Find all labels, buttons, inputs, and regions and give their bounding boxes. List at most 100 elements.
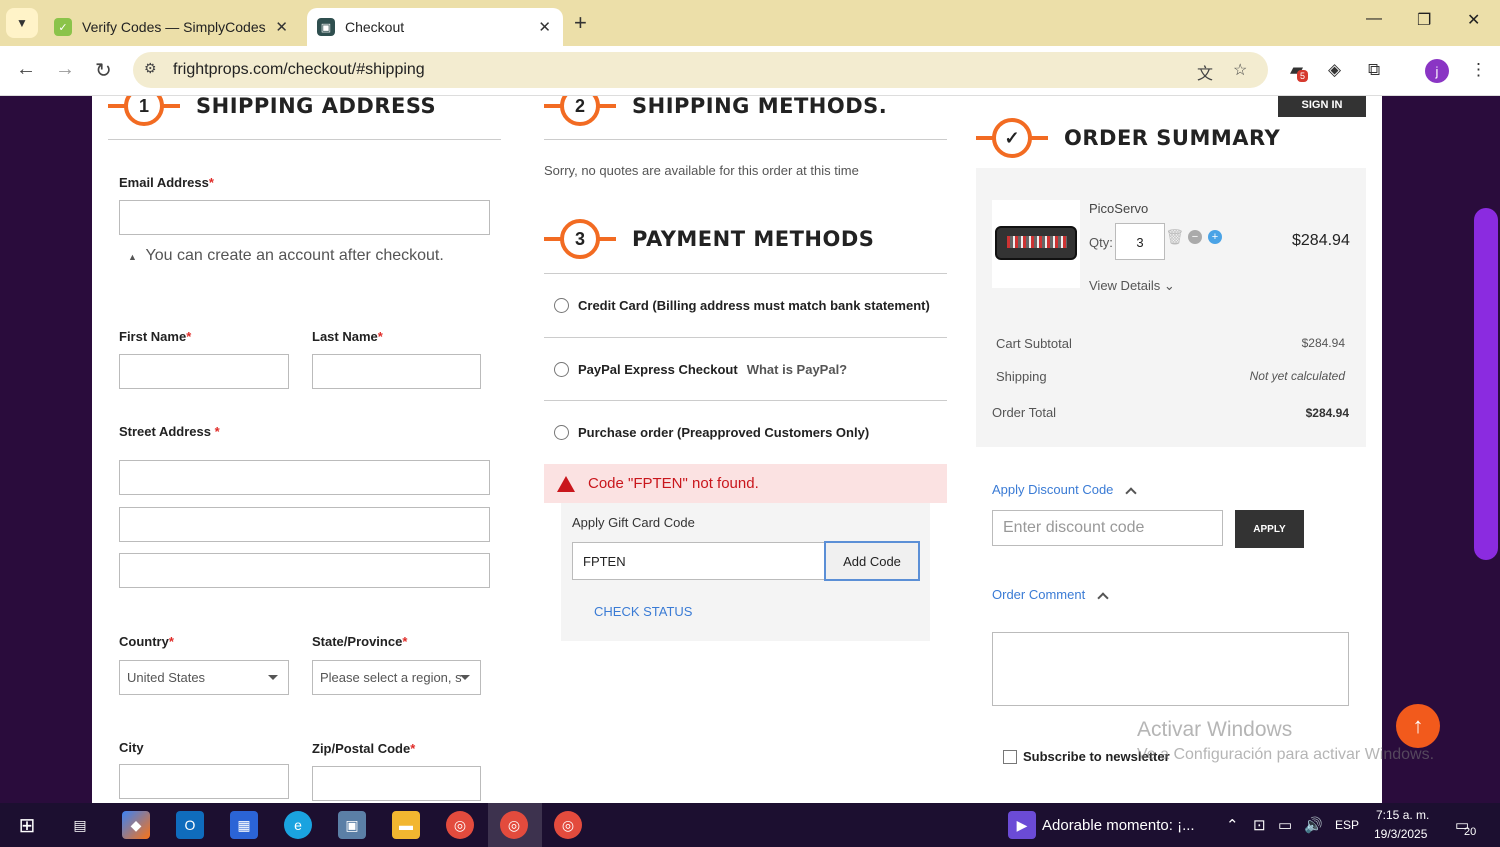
- show-hidden-icons[interactable]: ⌃: [1226, 816, 1239, 834]
- chrome-icon[interactable]: ◎: [446, 811, 474, 839]
- menu-kebab-icon[interactable]: ⋮: [1470, 60, 1487, 80]
- street-line-3-field[interactable]: [119, 553, 490, 588]
- new-tab-icon[interactable]: +: [574, 10, 587, 36]
- close-window-icon[interactable]: ✕: [1467, 10, 1480, 30]
- activation-watermark-title: Activar Windows: [1137, 718, 1293, 741]
- step-marker: 2: [544, 96, 616, 126]
- extension-badge: 5: [1297, 70, 1309, 82]
- forward-icon[interactable]: →: [55, 58, 75, 81]
- clock-time[interactable]: 7:15 a. m.: [1376, 808, 1429, 822]
- edge-icon[interactable]: e: [284, 811, 312, 839]
- last-name-label: Last Name*: [312, 329, 383, 344]
- last-name-field[interactable]: [312, 354, 481, 389]
- sign-in-button[interactable]: SIGN IN: [1278, 96, 1366, 117]
- trash-icon[interactable]: 🗑: [1165, 229, 1184, 246]
- state-select[interactable]: Please select a region, s: [312, 660, 481, 695]
- cart-subtotal-label: Cart Subtotal: [996, 336, 1072, 351]
- site-info-icon[interactable]: ⚙: [144, 60, 157, 77]
- clock-date[interactable]: 19/3/2025: [1374, 827, 1427, 841]
- warning-icon: [557, 475, 575, 492]
- store-icon[interactable]: ▦: [230, 811, 258, 839]
- scroll-to-top-button[interactable]: ↑: [1396, 704, 1440, 748]
- chrome-icon[interactable]: ◎: [500, 811, 528, 839]
- media-title[interactable]: Adorable momento: ¡...: [1042, 817, 1195, 834]
- close-tab-icon[interactable]: ✕: [538, 18, 551, 36]
- cart-subtotal-value: $284.94: [1301, 336, 1345, 350]
- robot-extension-icon[interactable]: ◈: [1328, 60, 1341, 80]
- extensions-puzzle-icon[interactable]: ⧉: [1368, 60, 1380, 80]
- back-icon[interactable]: ←: [16, 58, 36, 81]
- radio-button[interactable]: [554, 425, 569, 440]
- network-icon[interactable]: ▭: [1278, 816, 1292, 834]
- section-title: PAYMENT METHODS: [632, 227, 875, 251]
- translate-icon[interactable]: 文: [1197, 60, 1213, 84]
- discount-code-input[interactable]: Enter discount code: [992, 510, 1223, 546]
- radio-button[interactable]: [554, 298, 569, 313]
- apply-discount-toggle[interactable]: Apply Discount Code: [992, 482, 1138, 499]
- street-line-1-field[interactable]: [119, 460, 490, 495]
- contacts-icon[interactable]: ▣: [338, 811, 366, 839]
- meet-icon[interactable]: ⊡: [1253, 816, 1266, 834]
- tab-search-button[interactable]: ▼: [6, 8, 38, 38]
- url-text: frightprops.com/checkout/#shipping: [173, 61, 425, 78]
- zip-field[interactable]: [312, 766, 481, 801]
- item-price: $284.94: [1292, 232, 1350, 249]
- country-select[interactable]: United States: [119, 660, 289, 695]
- option-label: PayPal Express Checkout: [578, 362, 738, 377]
- chevron-down-icon: ⌄: [1163, 278, 1175, 293]
- newsletter-checkbox[interactable]: [1003, 749, 1017, 764]
- option-label: Purchase order (Preapproved Customers On…: [578, 425, 870, 440]
- address-bar[interactable]: ⚙ frightprops.com/checkout/#shipping 文 ☆: [133, 52, 1268, 88]
- chrome-icon[interactable]: ◎: [554, 811, 582, 839]
- tab-verify-codes[interactable]: ✓ Verify Codes — SimplyCodes ✕: [44, 8, 300, 46]
- minus-icon[interactable]: −: [1188, 230, 1202, 244]
- windows-start-icon[interactable]: ⊞: [13, 811, 41, 839]
- state-label: State/Province*: [312, 634, 408, 649]
- gift-card-panel: Apply Gift Card Code FPTEN Add Code CHEC…: [561, 503, 930, 641]
- chevron-up-icon: [1097, 592, 1109, 604]
- order-comment-toggle[interactable]: Order Comment: [992, 587, 1109, 604]
- add-code-button[interactable]: Add Code: [824, 541, 920, 581]
- payment-option-purchase-order[interactable]: Purchase order (Preapproved Customers On…: [554, 425, 869, 440]
- email-field[interactable]: [119, 200, 490, 235]
- media-player-icon[interactable]: ▶: [1008, 811, 1036, 839]
- minimize-icon[interactable]: —: [1366, 10, 1382, 28]
- gift-card-code-input[interactable]: FPTEN: [572, 542, 825, 580]
- close-tab-icon[interactable]: ✕: [275, 18, 288, 36]
- check-status-link[interactable]: CHECK STATUS: [594, 604, 692, 619]
- bookmark-star-icon[interactable]: ☆: [1233, 60, 1247, 80]
- page-scrollbar-thumb[interactable]: [1474, 208, 1498, 560]
- checkout-page: 1 SHIPPING ADDRESS Email Address* ▲ You …: [92, 96, 1382, 803]
- qty-label: Qty:: [1089, 235, 1113, 250]
- order-comment-textarea[interactable]: [992, 632, 1349, 706]
- plus-icon[interactable]: +: [1208, 230, 1222, 244]
- restore-icon[interactable]: ❐: [1417, 10, 1431, 30]
- street-line-2-field[interactable]: [119, 507, 490, 542]
- task-view-icon[interactable]: ▤: [66, 811, 94, 839]
- copilot-icon[interactable]: ◆: [122, 811, 150, 839]
- section-title: ORDER SUMMARY: [1064, 126, 1281, 150]
- outlook-icon[interactable]: O: [176, 811, 204, 839]
- language-indicator[interactable]: ESP: [1335, 818, 1359, 832]
- apply-discount-button[interactable]: APPLY: [1235, 510, 1304, 548]
- shipping-label: Shipping: [996, 369, 1047, 384]
- view-details-toggle[interactable]: View Details ⌄: [1089, 278, 1175, 294]
- first-name-field[interactable]: [119, 354, 289, 389]
- frightprops-favicon-icon: ▣: [317, 18, 335, 36]
- chevron-down-icon: [460, 675, 470, 680]
- volume-icon[interactable]: 🔊: [1304, 816, 1323, 834]
- reload-icon[interactable]: ↻: [95, 58, 112, 83]
- file-explorer-icon[interactable]: ▬: [392, 811, 420, 839]
- profile-avatar[interactable]: j: [1425, 59, 1449, 83]
- divider: [108, 139, 501, 140]
- city-field[interactable]: [119, 764, 289, 799]
- radio-button[interactable]: [554, 362, 569, 377]
- payment-option-paypal[interactable]: PayPal Express Checkout What is PayPal?: [554, 362, 847, 377]
- chevron-down-icon: [268, 675, 278, 680]
- browser-toolbar: ← → ↻ ⚙ frightprops.com/checkout/#shippi…: [0, 46, 1500, 96]
- payment-option-credit-card[interactable]: Credit Card (Billing address must match …: [554, 298, 930, 313]
- what-is-paypal-link[interactable]: What is PayPal?: [747, 362, 847, 377]
- first-name-label: First Name*: [119, 329, 192, 344]
- tab-checkout[interactable]: ▣ Checkout ✕: [307, 8, 563, 46]
- qty-input[interactable]: 3: [1115, 223, 1165, 260]
